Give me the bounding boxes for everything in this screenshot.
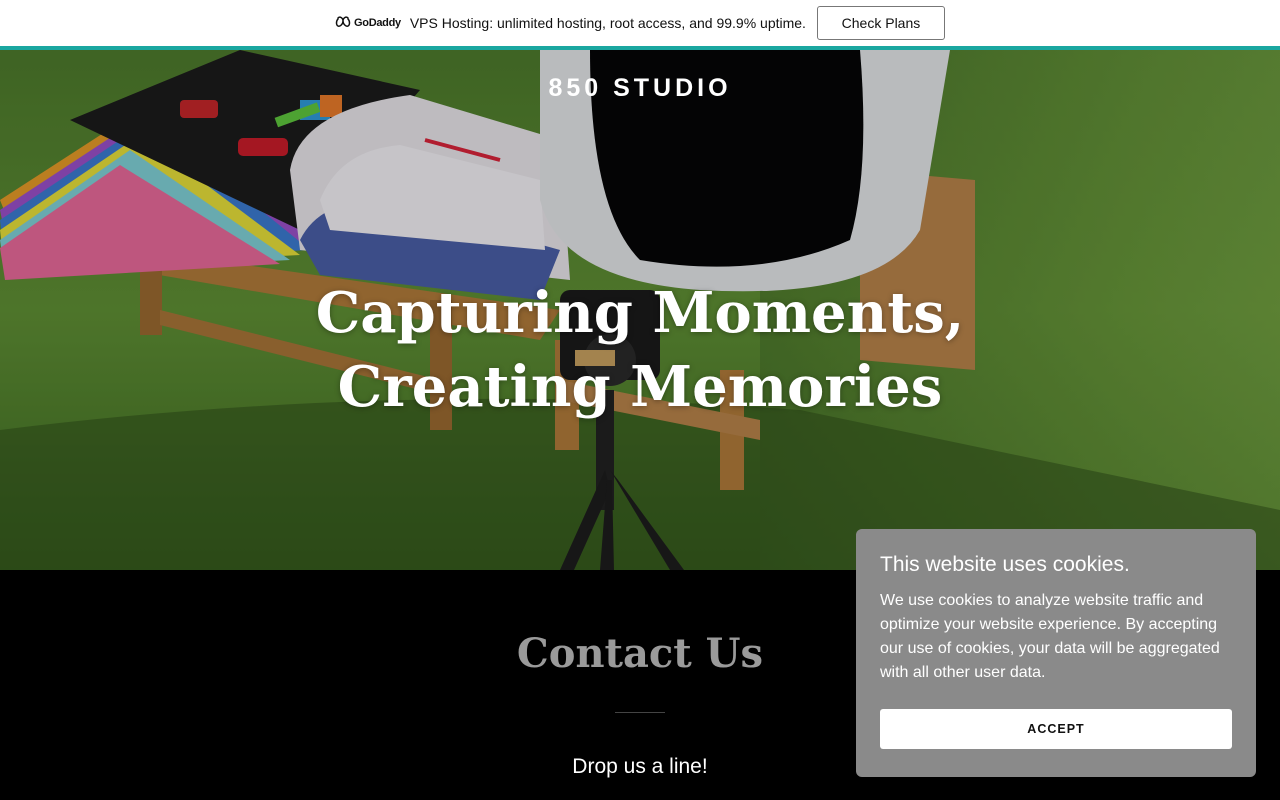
godaddy-brand[interactable]: GoDaddy [335, 15, 401, 31]
cookie-title: This website uses cookies. [880, 553, 1130, 576]
promo-text: VPS Hosting: unlimited hosting, root acc… [409, 15, 806, 31]
contact-divider [615, 712, 665, 713]
hero-headline: Capturing Moments, Creating Memories [0, 276, 1280, 424]
hero-headline-line-1: Capturing Moments, [315, 280, 965, 346]
site-title[interactable]: 850 STUDIO [0, 74, 1280, 103]
godaddy-logo-icon [335, 16, 351, 27]
check-plans-button[interactable]: Check Plans [816, 6, 945, 40]
accept-cookies-button[interactable]: ACCEPT [880, 709, 1232, 749]
hero-headline-line-2: Creating Memories [337, 354, 943, 420]
cookie-body: We use cookies to analyze website traffi… [880, 592, 1220, 681]
cookie-banner: This website uses cookies. We use cookie… [856, 529, 1256, 777]
promo-bar: GoDaddy VPS Hosting: unlimited hosting, … [0, 0, 1280, 46]
godaddy-wordmark: GoDaddy [354, 17, 401, 29]
hero-section: 850 STUDIO Capturing Moments, Creating M… [0, 50, 1280, 570]
